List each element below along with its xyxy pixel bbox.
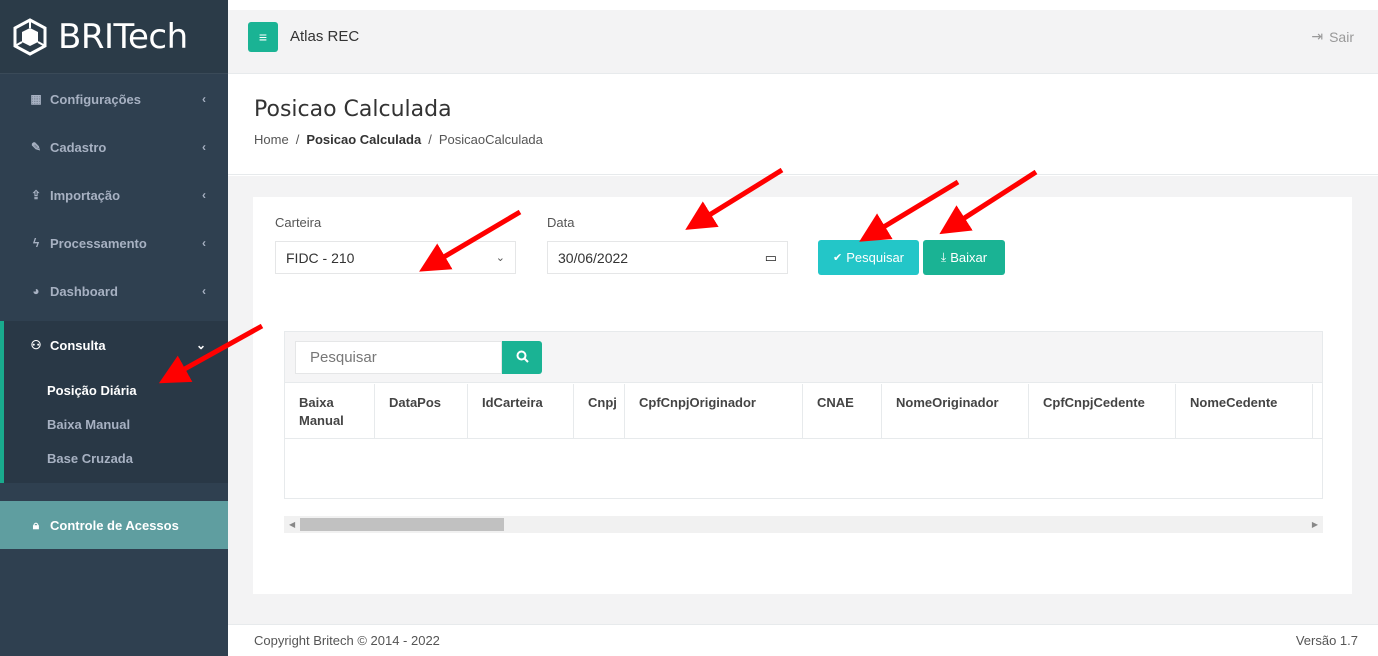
bolt-icon: ϟ <box>32 236 40 250</box>
version: Versão 1.7 <box>1295 633 1358 648</box>
chevron-left-icon: ‹ <box>202 188 206 202</box>
data-label: Data <box>547 215 575 230</box>
sidebar-item-configuracoes[interactable]: ▦ Configurações ‹ <box>0 75 228 123</box>
submenu-item-baixa-manual[interactable]: Baixa Manual <box>4 407 228 441</box>
pie-chart-icon: ◕ <box>32 284 40 298</box>
sidebar-item-controle-acessos[interactable]: 🔒︎ Controle de Acessos <box>0 501 228 549</box>
column-header[interactable]: CpfCnpjCedente <box>1029 384 1176 439</box>
column-header[interactable]: Cnpj <box>574 384 625 439</box>
carteira-select[interactable]: FIDC - 210 ⌄ <box>275 241 516 274</box>
column-header[interactable]: IdCarteira <box>468 384 574 439</box>
page-heading: Posicao Calculada Home / Posicao Calculada… <box>228 75 1378 175</box>
column-header[interactable]: CpfCnpjOriginador <box>625 384 803 439</box>
column-header[interactable]: CNAE <box>803 384 882 439</box>
brand-name: BRITech <box>58 16 188 57</box>
column-header[interactable]: DataPos <box>375 384 468 439</box>
carteira-value: FIDC - 210 <box>286 249 355 266</box>
download-icon: ⤓ <box>940 250 947 264</box>
sidebar-item-consulta[interactable]: ⚇ Consulta ⌄ <box>0 321 228 369</box>
sidebar-item-label: Consulta <box>50 337 106 353</box>
copyright: Copyright Britech © 2014 - 2022 <box>254 633 440 648</box>
scroll-right-icon[interactable]: ▶ <box>1312 516 1318 533</box>
check-circle-icon: ✔ <box>832 252 843 264</box>
sidebar-item-label: Dashboard <box>50 283 118 299</box>
date-input[interactable]: 30/06/2022 ▭ <box>547 241 788 274</box>
breadcrumb-home[interactable]: Home <box>254 132 289 147</box>
app-name: Atlas REC <box>290 28 360 45</box>
search-icon <box>516 350 529 366</box>
breadcrumb-section: Posicao Calculada <box>306 132 422 147</box>
sidebar-item-importacao[interactable]: ⇪ Importação ‹ <box>0 171 228 219</box>
carteira-label: Carteira <box>275 215 322 230</box>
edit-icon: ✎ <box>30 140 42 154</box>
breadcrumb-current: PosicaoCalculada <box>438 132 543 147</box>
sidebar-item-label: Processamento <box>50 235 147 251</box>
chevron-left-icon: ‹ <box>202 284 206 298</box>
britech-logo-icon <box>10 17 50 57</box>
scroll-left-icon[interactable]: ◀ <box>289 516 295 533</box>
pesquisar-button[interactable]: ✔ Pesquisar <box>818 240 919 275</box>
results-table: Pesquisar Baixa Manual DataPos IdCarteir… <box>284 331 1323 499</box>
consulta-submenu: Posição Diária Baixa Manual Base Cruzada <box>0 369 228 483</box>
chevron-left-icon: ‹ <box>202 236 206 250</box>
scrollbar-thumb[interactable] <box>300 518 504 531</box>
table-toolbar: Pesquisar <box>285 332 1322 383</box>
top-navbar: ≡ Atlas REC ⇥ Sair <box>228 0 1378 74</box>
logout-label: Sair <box>1329 28 1354 45</box>
horizontal-scrollbar[interactable]: ◀ ▶ <box>284 516 1323 533</box>
chevron-left-icon: ‹ <box>202 140 206 154</box>
sidebar-item-label: Importação <box>50 187 121 203</box>
sidebar-item-label: Cadastro <box>50 139 107 155</box>
baixar-button[interactable]: ⤓ Baixar <box>923 240 1005 275</box>
lock-icon: 🔒︎ <box>32 518 40 532</box>
hamburger-icon: ≡ <box>258 28 268 45</box>
sidebar: BRITech ▦ Configurações ‹ ✎ Cadastro ‹ ⇪… <box>0 0 228 656</box>
upload-icon: ⇪ <box>30 188 42 202</box>
column-header[interactable]: Baixa Manual <box>285 384 375 439</box>
brand[interactable]: BRITech <box>0 0 228 74</box>
page-title: Posicao Calculada <box>254 97 452 122</box>
sidebar-item-cadastro[interactable]: ✎ Cadastro ‹ <box>0 123 228 171</box>
date-value: 30/06/2022 <box>558 249 629 266</box>
table-search-button[interactable] <box>502 341 542 374</box>
footer: Copyright Britech © 2014 - 2022 Versão 1… <box>228 624 1378 656</box>
submenu-item-base-cruzada[interactable]: Base Cruzada <box>4 441 228 475</box>
breadcrumb: Home / Posicao Calculada / PosicaoCalculada <box>254 132 543 147</box>
chevron-left-icon: ‹ <box>202 92 206 106</box>
sidebar-item-dashboard[interactable]: ◕ Dashboard ‹ <box>0 267 228 315</box>
binoculars-icon: ⚇ <box>30 338 42 352</box>
menu-toggle-button[interactable]: ≡ <box>248 21 278 52</box>
table-header-row: Baixa Manual DataPos IdCarteira Cnpj Cpf… <box>285 384 1322 439</box>
pesquisar-label: Pesquisar <box>846 250 905 265</box>
chevron-down-icon: ⌄ <box>195 338 206 352</box>
column-header[interactable]: NomeOriginador <box>882 384 1029 439</box>
grid-icon: ▦ <box>30 92 42 106</box>
submenu-item-posicao-diaria[interactable]: Posição Diária <box>4 373 228 407</box>
sign-out-icon: ⇥ <box>1311 28 1324 44</box>
logout-link[interactable]: ⇥ Sair <box>1311 28 1354 45</box>
table-search-input[interactable]: Pesquisar <box>295 341 502 374</box>
chevron-down-icon: ⌄ <box>495 252 505 264</box>
baixar-label: Baixar <box>950 250 988 265</box>
sidebar-item-label: Configurações <box>50 91 142 107</box>
column-header[interactable]: NomeCedente <box>1176 384 1313 439</box>
calendar-icon[interactable]: ▭ <box>765 250 777 266</box>
sidebar-item-label: Controle de Acessos <box>50 517 179 533</box>
sidebar-item-processamento[interactable]: ϟ Processamento ‹ <box>0 219 228 267</box>
